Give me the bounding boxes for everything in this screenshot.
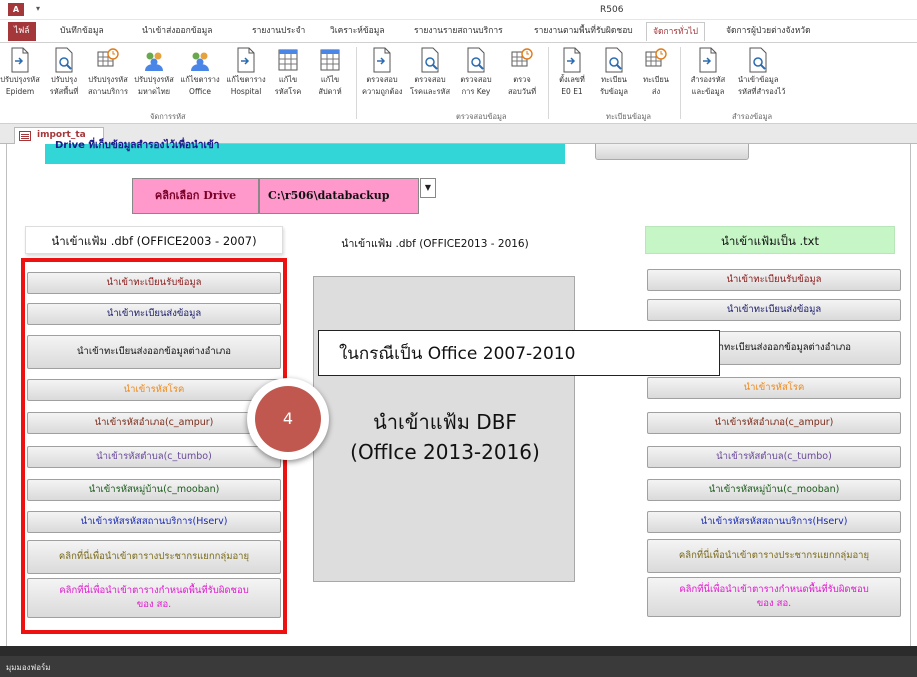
form-footer-strip [0, 646, 917, 656]
status-text: มุมมองฟอร์ม [6, 663, 51, 672]
select-drive-button[interactable]: คลิกเลือก Drive [132, 178, 259, 214]
check-key-entry-button[interactable]: ตรวจสอบ การ Key [456, 47, 496, 109]
send-registry-button[interactable]: ทะเบียน ส่ง [636, 47, 676, 109]
form-icon [19, 131, 31, 141]
header-dbf-2003-2007: นำเข้าแฟ้ม .dbf (OFFICE2003 - 2007) [25, 226, 283, 254]
group-label-manage-codes: จัดการรหัส [150, 112, 186, 121]
highlight-frame [21, 258, 287, 634]
people-icon [145, 52, 163, 71]
magnifier-document-icon [55, 47, 73, 73]
tab-general-management[interactable]: จัดการทั่วไป [646, 22, 706, 41]
import-dbf-2013-2016-button[interactable]: นำเข้าแฟ้ม DBF (OffIce 2013-2016) [313, 276, 575, 582]
table-grid-icon [320, 49, 340, 71]
drive-info-banner: Drive ที่เก็บข้อมูลสำรองไว้เพื่อนำเข้า [45, 140, 565, 164]
magnifier-document-icon [467, 47, 485, 73]
table-clock-icon [511, 48, 533, 67]
import-tumbo-code-txt-button[interactable]: นำเข้ารหัสตำบล(c_tumbo) [647, 446, 901, 468]
header-dbf-2013-2016: นำเข้าแฟ้ม .dbf (OFFICE2013 - 2016) [341, 238, 529, 250]
ribbon-tab-bar: ไฟล์ บันทึกข้อมูล นำเข้าส่งออกข้อมูล ราย… [0, 20, 917, 42]
document-arrow-icon [237, 47, 255, 73]
magnifier-document-icon [421, 47, 439, 73]
table-clock-icon [645, 48, 667, 67]
ribbon-group-divider [548, 47, 549, 119]
tab-out-of-province-patients[interactable]: จัดการผู้ป่วยต่างจังหวัด [720, 22, 817, 41]
edit-office-table-button[interactable]: แก้ไขตาราง Office [180, 47, 220, 109]
group-label-registry: ทะเบียนข้อมูล [606, 112, 651, 121]
set-number-e0-e1-button[interactable]: ตั้งเลขที่ E0 E1 [552, 47, 592, 109]
check-disease-code-button[interactable]: ตรวจสอบ โรคและรหัส [410, 47, 450, 109]
tab-area-reports[interactable]: รายงานตามพื้นที่รับผิดชอบ [528, 22, 639, 41]
document-arrow-icon [699, 47, 717, 73]
people-icon [191, 52, 209, 71]
big-button-label: นำเข้าแฟ้ม DBF (OffIce 2013-2016) [350, 410, 540, 464]
tab-record-data[interactable]: บันทึกข้อมูล [54, 22, 110, 41]
import-receive-registry-txt-button[interactable]: นำเข้าทะเบียนรับข้อมูล [647, 269, 901, 291]
import-ampur-code-txt-button[interactable]: นำเข้ารหัสอำเภอ(c_ampur) [647, 412, 901, 434]
document-arrow-icon [373, 47, 391, 73]
import-hserv-code-txt-button[interactable]: นำเข้ารหัสรหัสสถานบริการ(Hserv) [647, 511, 901, 533]
import-responsibility-area-txt-button[interactable]: คลิกที่นี่เพื่อนำเข้าตารางกำหนดพื้นที่รั… [647, 577, 901, 617]
magnifier-document-icon [749, 47, 767, 73]
table-grid-icon [278, 49, 298, 71]
import-disease-code-txt-button[interactable]: นำเข้ารหัสโรค [647, 377, 901, 399]
edit-hospital-table-button[interactable]: แก้ไขตาราง Hospital [226, 47, 266, 109]
chevron-down-icon[interactable]: ▼ [420, 178, 436, 198]
top-action-button[interactable] [595, 144, 749, 160]
title-bar: A ▾ R506 [0, 0, 917, 20]
tab-analyze-data[interactable]: วิเคราะห์ข้อมูล [324, 22, 391, 41]
tab-facility-reports[interactable]: รายงานรายสถานบริการ [408, 22, 509, 41]
button-label-line2: ของ สอ. [756, 598, 792, 609]
quick-access-dropdown-icon[interactable]: ▾ [36, 4, 40, 13]
tab-import-export[interactable]: นำเข้าส่งออกข้อมูล [136, 22, 219, 41]
receive-registry-button[interactable]: ทะเบียน รับข้อมูล [594, 47, 634, 109]
access-app-icon: A [8, 3, 24, 16]
document-arrow-icon [563, 47, 581, 73]
status-bar: มุมมองฟอร์ม [0, 656, 917, 677]
group-label-check-data: ตรวจสอบข้อมูล [456, 112, 507, 121]
group-label-backup: สำรองข้อมูล [732, 112, 773, 121]
check-correctness-button[interactable]: ตรวจสอบ ความถูกต้อง [362, 47, 403, 109]
update-facility-code-button[interactable]: ปรับปรุงรหัส สถานบริการ [88, 47, 128, 109]
tab-file[interactable]: ไฟล์ [8, 22, 36, 41]
table-clock-icon [97, 48, 119, 67]
update-interior-code-button[interactable]: ปรับปรุงรหัส มหาดไทย [134, 47, 174, 109]
button-label-line1: คลิกที่นี่เพื่อนำเข้าตารางกำหนดพื้นที่รั… [679, 584, 869, 595]
backup-codes-button[interactable]: สำรองรหัส และข้อมูล [688, 47, 728, 109]
window-title: R506 [600, 5, 624, 15]
import-population-age-txt-button[interactable]: คลิกที่นี่เพื่อนำเข้าตารางประชากรแยกกลุ่… [647, 539, 901, 573]
import-send-registry-txt-button[interactable]: นำเข้าทะเบียนส่งข้อมูล [647, 299, 901, 321]
step-number: 4 [255, 386, 321, 452]
update-epidem-code-button[interactable]: ปรับปรุงรหัส Epidem [0, 47, 40, 109]
tab-routine-reports[interactable]: รายงานประจำ [246, 22, 311, 41]
import-backup-codes-button[interactable]: นำเข้าข้อมูล รหัสที่สำรองไว้ [738, 47, 785, 109]
drive-path-combo[interactable]: C:\r506\databackup [259, 178, 419, 214]
ribbon-group-divider [680, 47, 681, 119]
magnifier-document-icon [605, 47, 623, 73]
check-dates-button[interactable]: ตรวจ สอบวันที่ [502, 47, 542, 109]
ribbon-group-divider [356, 47, 357, 119]
edit-disease-code-button[interactable]: แก้ไข รหัสโรค [268, 47, 308, 109]
import-mooban-code-txt-button[interactable]: นำเข้ารหัสหมู่บ้าน(c_mooban) [647, 479, 901, 501]
step-badge: 4 [247, 378, 329, 460]
drive-info-text: Drive ที่เก็บข้อมูลสำรองไว้เพื่อนำเข้า [55, 140, 220, 151]
import-form: Drive ที่เก็บข้อมูลสำรองไว้เพื่อนำเข้า ค… [6, 140, 911, 646]
update-area-code-button[interactable]: ปรับปรุง รหัสพื้นที่ [44, 47, 84, 109]
edit-week-button[interactable]: แก้ไข สัปดาห์ [310, 47, 350, 109]
office-version-callout: ในกรณีเป็น Office 2007-2010 [318, 330, 720, 376]
header-txt: นำเข้าแฟ้มเป็น .txt [645, 226, 895, 254]
document-arrow-icon [11, 47, 29, 73]
ribbon-panel: ปรับปรุงรหัส Epidem ปรับปรุง รหัสพื้นที่… [0, 42, 917, 124]
